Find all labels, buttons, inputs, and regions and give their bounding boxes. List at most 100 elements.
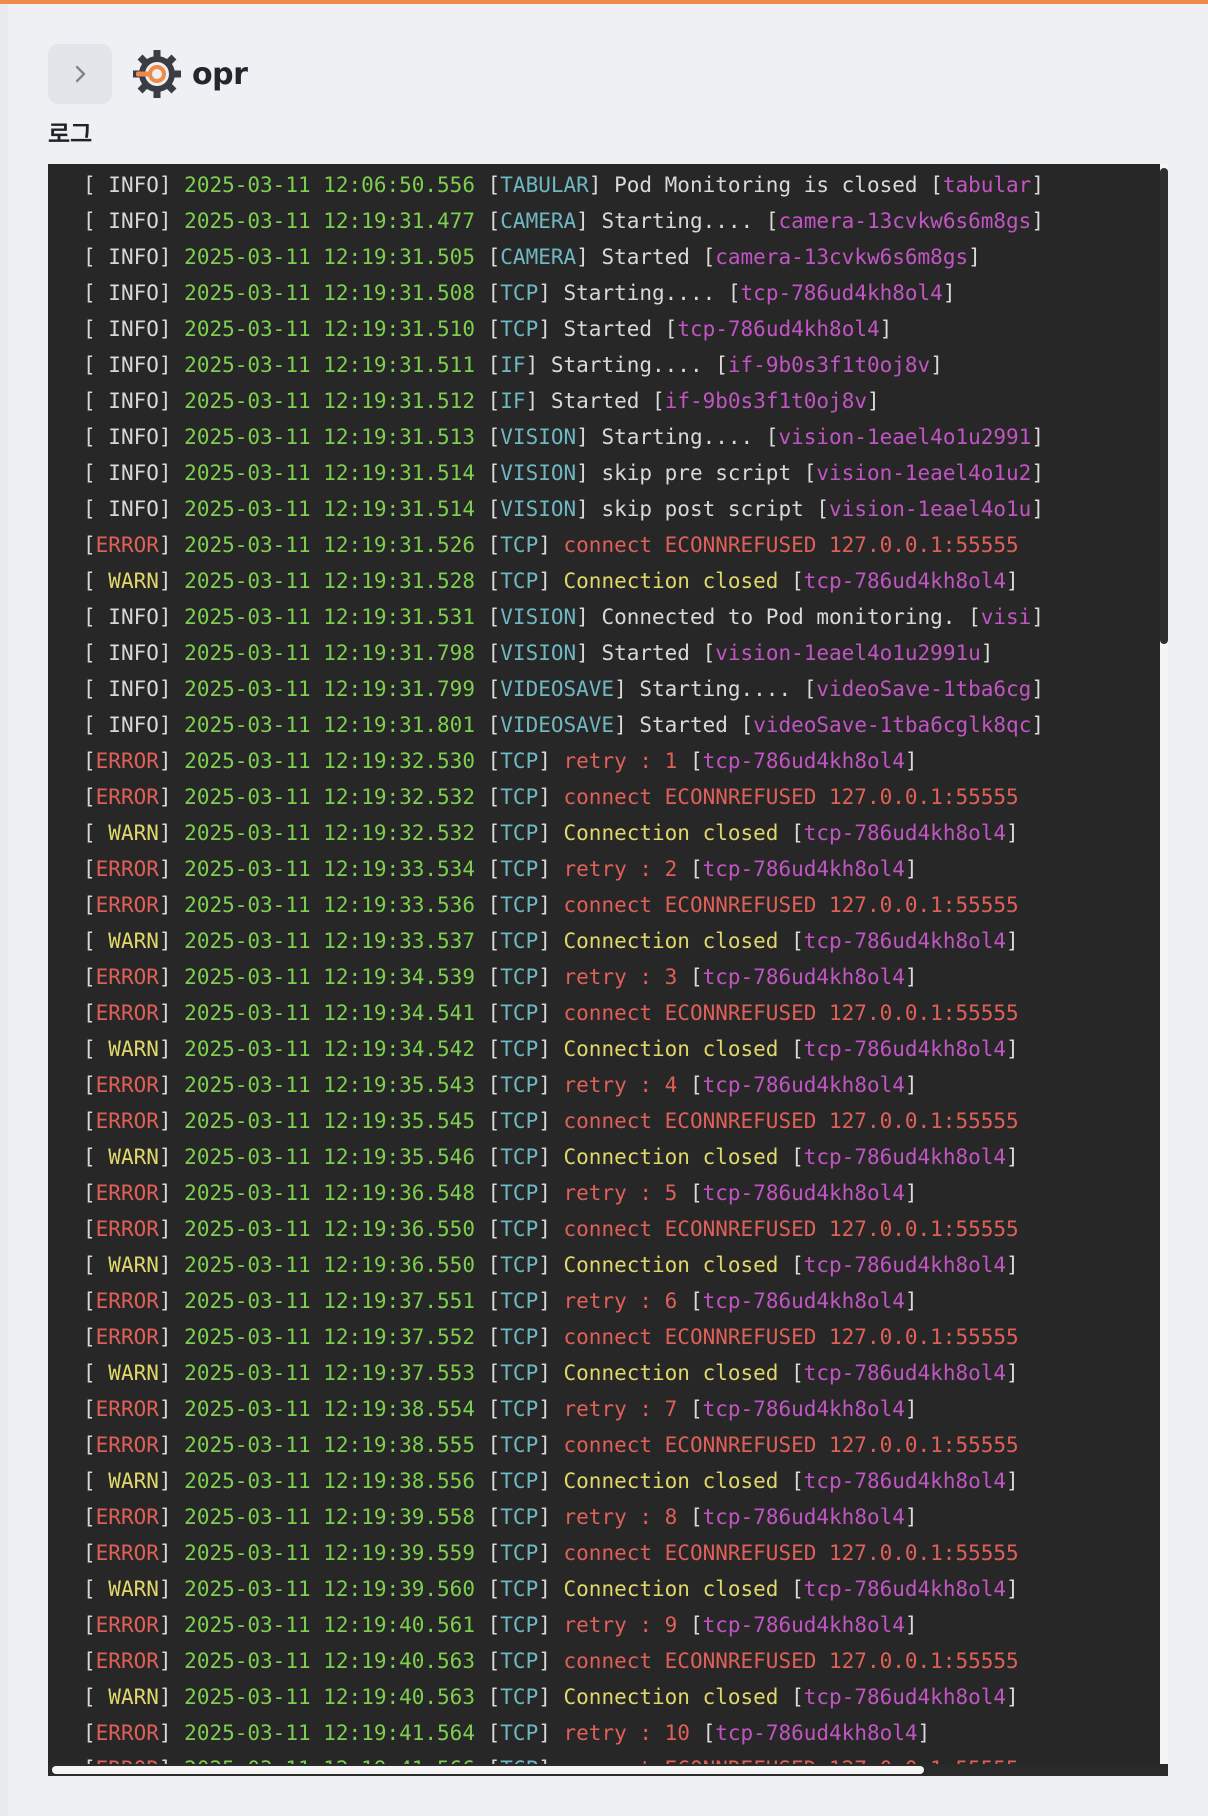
log-message: Connection closed xyxy=(563,1577,779,1601)
log-message: retry : 6 xyxy=(563,1289,678,1313)
separator xyxy=(475,1325,488,1349)
log-timestamp: 2025-03-11 12:19:31.531 xyxy=(184,605,475,629)
log-timestamp: 2025-03-11 12:19:40.563 xyxy=(184,1649,475,1673)
bracket: [ xyxy=(487,821,501,845)
log-level: INFO xyxy=(95,281,159,305)
log-message: connect ECONNREFUSED 127.0.0.1:55555 xyxy=(563,785,1019,809)
log-source-id: tcp-786ud4kh8ol4 xyxy=(803,1577,1007,1601)
bracket: ] xyxy=(1031,713,1044,737)
log-message: connect ECONNREFUSED 127.0.0.1:55555 xyxy=(563,1001,1019,1025)
bracket: ] xyxy=(538,749,564,773)
log-category: TCP xyxy=(500,1181,539,1205)
bracket: ] xyxy=(158,1289,185,1313)
log-timestamp: 2025-03-11 12:19:40.563 xyxy=(184,1685,475,1709)
separator xyxy=(475,1181,488,1205)
bracket: [ xyxy=(677,1613,703,1637)
bracket: ] xyxy=(1006,821,1019,845)
bracket: ] xyxy=(930,353,943,377)
separator xyxy=(475,1469,488,1493)
log-line: [ERROR] 2025-03-11 12:19:32.530 [TCP] re… xyxy=(48,743,1160,779)
bracket: ] xyxy=(158,1361,185,1385)
log-message: Connection closed xyxy=(563,1253,779,1277)
bracket: ] xyxy=(538,1577,564,1601)
log-category: TCP xyxy=(500,1073,539,1097)
log-message: Started xyxy=(601,641,690,665)
log-line: [ INFO] 2025-03-11 12:19:31.514 [VISION]… xyxy=(48,455,1160,491)
bracket: ] xyxy=(158,1001,185,1025)
log-line: [ WARN] 2025-03-11 12:19:31.528 [TCP] Co… xyxy=(48,563,1160,599)
bracket: ] xyxy=(904,965,918,989)
bracket: [ xyxy=(677,1073,703,1097)
log-line: [ INFO] 2025-03-11 12:06:50.556 [TABULAR… xyxy=(48,167,1160,203)
log-line: [ERROR] 2025-03-11 12:19:32.532 [TCP] co… xyxy=(48,779,1160,815)
separator xyxy=(475,1361,488,1385)
log-level: INFO xyxy=(95,641,159,665)
log-category: TABULAR xyxy=(500,173,589,197)
log-line: [ WARN] 2025-03-11 12:19:40.563 [TCP] Co… xyxy=(48,1679,1160,1715)
separator xyxy=(475,173,488,197)
log-timestamp: 2025-03-11 12:19:35.543 xyxy=(184,1073,475,1097)
bracket: [ xyxy=(83,1001,96,1025)
bracket: ] xyxy=(158,821,185,845)
separator xyxy=(475,785,488,809)
separator xyxy=(475,1685,488,1709)
bracket: [ xyxy=(487,1721,501,1745)
bracket: ] xyxy=(1031,173,1044,197)
expand-sidebar-button[interactable] xyxy=(48,44,112,104)
horizontal-scrollbar[interactable] xyxy=(48,1764,1168,1776)
log-timestamp: 2025-03-11 12:19:37.553 xyxy=(184,1361,475,1385)
log-source-id: tcp-786ud4kh8ol4 xyxy=(803,569,1007,593)
log-source-id: camera-13cvkw6s6m8gs xyxy=(778,209,1032,233)
log-category: CAMERA xyxy=(500,245,577,269)
bracket: ] xyxy=(538,965,564,989)
log-timestamp: 2025-03-11 12:19:31.526 xyxy=(184,533,475,557)
bracket: [ xyxy=(487,1577,501,1601)
log-message: Started xyxy=(563,317,653,341)
log-timestamp: 2025-03-11 12:19:34.541 xyxy=(184,1001,475,1025)
separator xyxy=(475,317,488,341)
vertical-scrollbar[interactable] xyxy=(1160,164,1168,1776)
log-timestamp: 2025-03-11 12:19:38.556 xyxy=(184,1469,475,1493)
log-timestamp: 2025-03-11 12:19:38.555 xyxy=(184,1433,475,1457)
separator xyxy=(475,1649,488,1673)
bracket: ] xyxy=(158,245,185,269)
sidebar-edge xyxy=(0,4,8,1816)
separator xyxy=(475,209,488,233)
log-message: retry : 7 xyxy=(563,1397,678,1421)
log-level: INFO xyxy=(95,713,159,737)
app-header: opr xyxy=(48,44,248,104)
bracket: ] xyxy=(158,1145,185,1169)
bracket: [ xyxy=(83,209,96,233)
bracket: [ xyxy=(677,749,703,773)
log-source-id: tcp-786ud4kh8ol4 xyxy=(702,749,905,773)
bracket: ] xyxy=(1031,677,1044,701)
log-category: TCP xyxy=(500,929,539,953)
bracket: ] xyxy=(158,173,185,197)
separator xyxy=(475,749,488,773)
bracket: ] xyxy=(614,677,640,701)
bracket: ] xyxy=(538,1073,564,1097)
log-timestamp: 2025-03-11 12:19:31.510 xyxy=(184,317,475,341)
log-source-id: tcp-786ud4kh8ol4 xyxy=(702,1397,905,1421)
horizontal-scroll-thumb[interactable] xyxy=(52,1766,924,1774)
log-message: Connection closed xyxy=(563,1145,779,1169)
bracket: ] xyxy=(1006,1685,1019,1709)
log-source-id: tcp-786ud4kh8ol4 xyxy=(677,317,880,341)
log-panel[interactable]: [ INFO] 2025-03-11 12:06:50.556 [TABULAR… xyxy=(48,164,1168,1776)
bracket: ] xyxy=(904,1397,918,1421)
bracket: [ xyxy=(778,1253,804,1277)
bracket: [ xyxy=(677,965,703,989)
log-level: ERROR xyxy=(95,1289,159,1313)
separator xyxy=(475,1109,488,1133)
bracket: ] xyxy=(158,605,185,629)
bracket: [ xyxy=(487,1037,501,1061)
bracket: [ xyxy=(83,533,96,557)
bracket: ] xyxy=(980,641,994,665)
bracket: ] xyxy=(158,569,185,593)
bracket: [ xyxy=(83,353,96,377)
log-level: ERROR xyxy=(95,1721,159,1745)
vertical-scroll-thumb[interactable] xyxy=(1160,168,1168,644)
log-category: TCP xyxy=(500,1325,539,1349)
bracket: ] xyxy=(942,281,956,305)
separator xyxy=(475,389,488,413)
